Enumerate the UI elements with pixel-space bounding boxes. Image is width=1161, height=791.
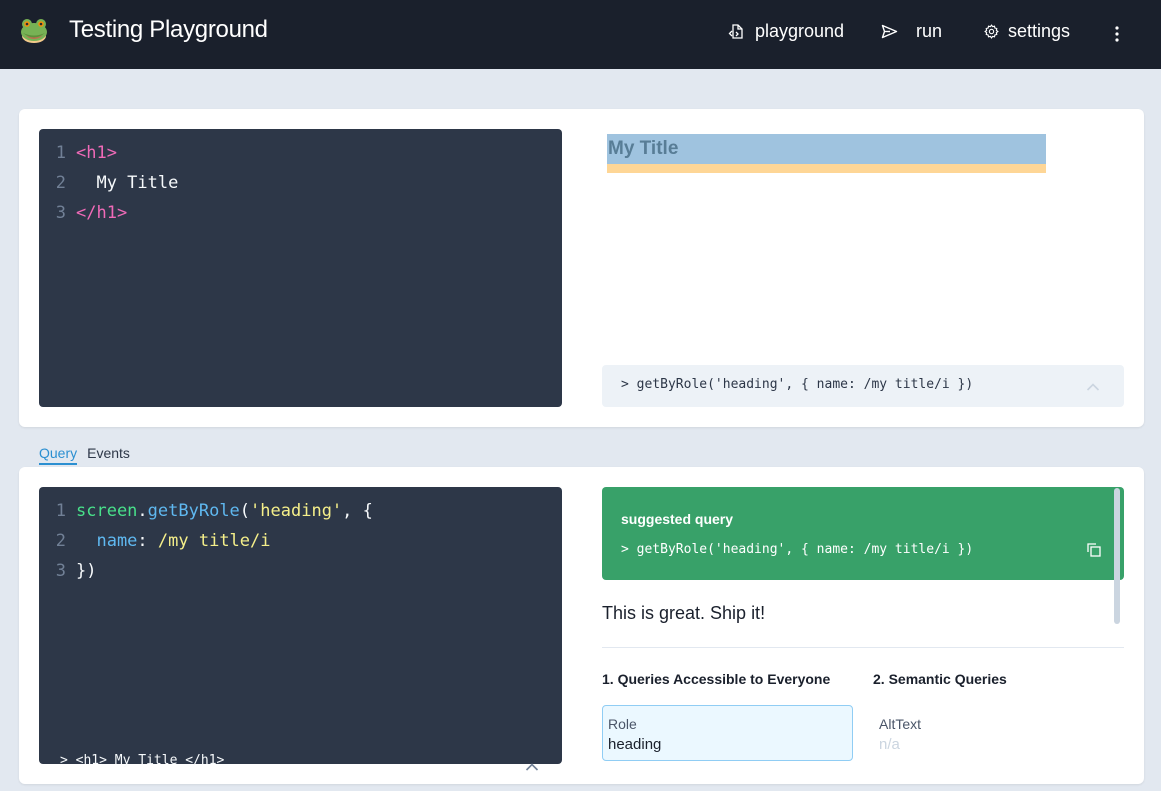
preview-margin-highlight xyxy=(607,164,1046,173)
app-title: Testing Playground xyxy=(69,16,268,43)
code-token: 'heading' xyxy=(250,501,343,521)
suggested-query-code: > getByRole('heading', { name: /my title… xyxy=(621,542,974,557)
panel-tabs: Query Events xyxy=(39,443,130,465)
code-token: : xyxy=(137,531,158,551)
code-line: 2 name: /my title/i xyxy=(39,526,271,556)
code-token: , { xyxy=(342,501,373,521)
code-token: ( xyxy=(239,501,251,521)
copy-icon[interactable] xyxy=(1086,542,1102,558)
suggested-query-title: suggested query xyxy=(621,511,734,527)
nav-playground[interactable]: playground xyxy=(728,19,844,43)
nav-settings-label: settings xyxy=(1008,20,1071,41)
code-token: screen xyxy=(76,501,138,521)
query-field-role[interactable]: Role heading xyxy=(602,705,853,761)
nav-playground-label: playground xyxy=(755,20,845,41)
query-editor[interactable]: > <h1> My Title </h1> 1 screen.getByRole(… xyxy=(39,487,562,771)
query-result: > <h1> My Title </h1> xyxy=(60,753,225,768)
line-number: 1 xyxy=(55,501,66,521)
code-line: 1 screen.getByRole('heading', { xyxy=(39,496,373,526)
suggestion-message: This is great. Ship it! xyxy=(602,603,766,623)
field-label: AltText xyxy=(879,716,922,732)
code-line: 1 <h1> xyxy=(39,138,117,168)
code-token: getByRole xyxy=(147,501,240,521)
divider xyxy=(602,647,1124,648)
line-number: 3 xyxy=(55,203,66,223)
nav-run-label: run xyxy=(916,20,943,41)
frog-icon[interactable] xyxy=(19,15,49,45)
code-line: 3}) xyxy=(39,556,97,586)
tab-events[interactable]: Events xyxy=(87,443,130,465)
markup-editor[interactable]: 1 <h1> 2 My Title 3 </h1> xyxy=(39,129,562,407)
line-number: 2 xyxy=(55,173,66,193)
nav-run[interactable]: run xyxy=(881,19,942,43)
line-number: 1 xyxy=(55,143,66,163)
scrollbar[interactable] xyxy=(1114,488,1120,624)
code-token: /my title/i xyxy=(157,531,271,551)
nav-settings[interactable]: settings xyxy=(984,19,1070,43)
field-value: n/a xyxy=(879,736,900,753)
markup-panel: 1 <h1> 2 My Title 3 </h1> My Title > getByRo… xyxy=(19,109,1144,427)
code-line: 2 My Title xyxy=(39,168,179,198)
navbar: Testing Playground playground run settin… xyxy=(0,0,1161,69)
send-icon xyxy=(881,24,898,39)
line-number: 3 xyxy=(55,561,66,581)
more-menu-button[interactable] xyxy=(1110,22,1124,46)
section-semantic-title: 2. Semantic Queries xyxy=(873,671,1007,687)
field-value: heading xyxy=(608,736,662,753)
code-token: . xyxy=(137,501,148,521)
line-number: 2 xyxy=(55,531,66,551)
more-vertical-icon xyxy=(1115,25,1119,43)
query-panel: > <h1> My Title </h1> 1 screen.getByRole(… xyxy=(19,467,1144,784)
field-label: Role xyxy=(608,716,637,732)
tab-query[interactable]: Query xyxy=(39,443,78,465)
preview-heading[interactable]: My Title xyxy=(607,134,1046,164)
section-accessible-title: 1. Queries Accessible to Everyone xyxy=(602,671,831,687)
suggested-query-box: suggested query > getByRole('heading', {… xyxy=(602,487,1124,580)
file-code-icon xyxy=(728,23,745,40)
code-token: <h1> xyxy=(76,143,117,163)
chevron-up-icon[interactable] xyxy=(1086,381,1100,391)
gear-icon xyxy=(984,23,999,39)
code-token: }) xyxy=(76,561,97,581)
preview-query-bar[interactable]: > getByRole('heading', { name: /my title… xyxy=(602,365,1124,407)
code-token: </h1> xyxy=(76,203,128,223)
code-token: name xyxy=(76,531,138,551)
preview-query-text: > getByRole('heading', { name: /my title… xyxy=(621,377,974,392)
code-line: 3 </h1> xyxy=(39,198,127,228)
chevron-up-icon[interactable] xyxy=(525,757,539,771)
query-field-alttext[interactable]: AltText n/a xyxy=(873,705,1124,761)
code-token: My Title xyxy=(76,173,179,193)
